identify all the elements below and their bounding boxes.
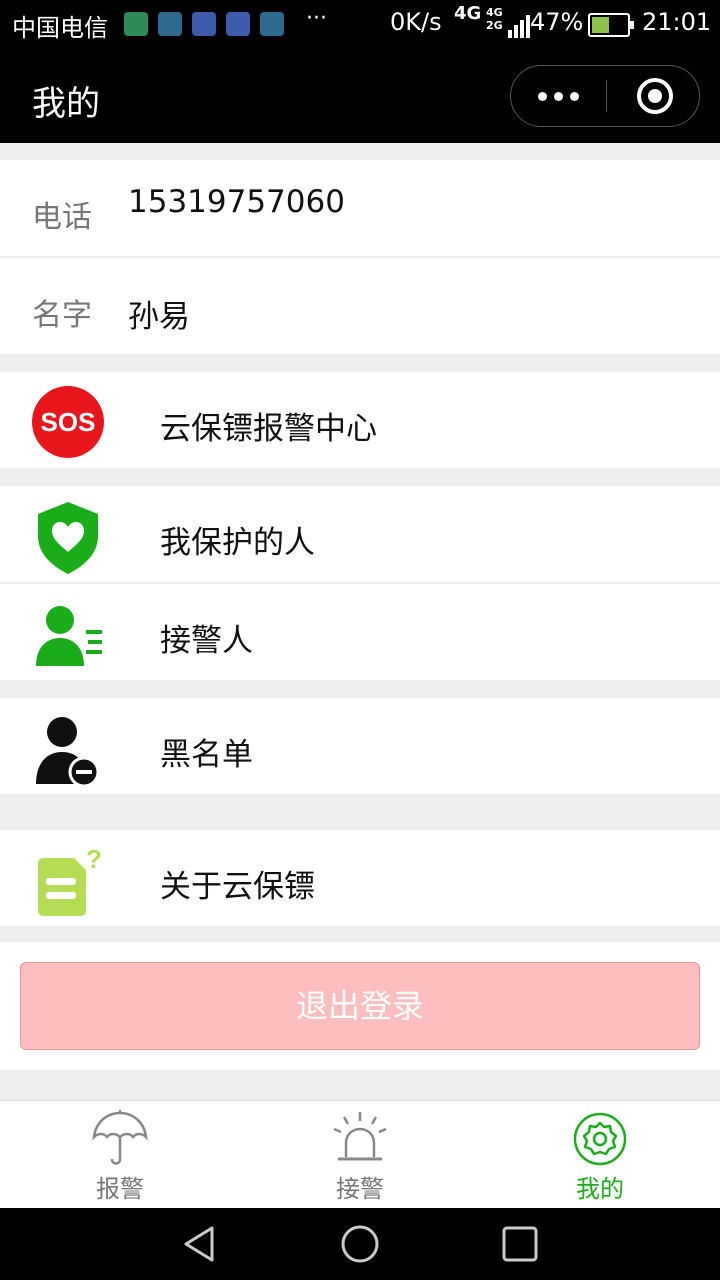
menu-item-blacklist[interactable]: 黑名单 (0, 698, 720, 794)
alarm-light-icon (333, 1112, 387, 1161)
capsule-divider (606, 80, 607, 112)
menu-item-protected-people[interactable]: 我保护的人 (0, 486, 720, 582)
clock: 21:01 (642, 8, 712, 36)
dot-icon (570, 91, 579, 101)
sos-icon: SOS (32, 386, 104, 458)
network-type: 4G (454, 3, 482, 24)
more-notifications-icon: ··· (306, 6, 327, 31)
app-notification-icon (192, 12, 216, 36)
recents-icon[interactable] (498, 1222, 542, 1266)
menu-item-receivers[interactable]: 接警人 (0, 584, 720, 680)
name-row: 名字 孙易 (0, 258, 720, 354)
more-menu-button[interactable] (511, 66, 606, 126)
dot-icon (554, 91, 563, 101)
gear-icon (573, 1112, 627, 1166)
miniprogram-capsule (510, 65, 700, 127)
app-notification-icon (158, 12, 182, 36)
tab-mine[interactable]: 我的 (480, 1101, 720, 1209)
notification-icons (124, 12, 284, 36)
menu-label-about: 关于云保镖 (160, 869, 315, 905)
sos-badge-text: SOS (41, 407, 96, 437)
name-value: 孙易 (128, 299, 190, 335)
menu-item-alarm-center[interactable]: SOS 云保镖报警中心 (0, 372, 720, 468)
image-icon (260, 12, 284, 36)
tab-bar: 报警 接警 我的 (0, 1100, 720, 1209)
signal-icon (508, 10, 530, 38)
status-bar: 中国电信 ··· 0K/s 4G 4G 2G 47% 21:01 (0, 0, 720, 50)
net-speed: 0K/s (390, 8, 442, 36)
network-dual-label: 4G 2G (486, 6, 503, 32)
network-2g-small: 2G (486, 19, 503, 32)
name-label: 名字 (32, 298, 92, 333)
battery-icon (588, 13, 634, 37)
network-4g-small: 4G (486, 6, 503, 19)
logout-section: 退出登录 (0, 942, 720, 1070)
tab-alarm[interactable]: 报警 (0, 1101, 240, 1209)
carrier-name: 中国电信 (12, 14, 108, 42)
close-miniprogram-button[interactable] (637, 78, 673, 114)
menu-item-about[interactable]: ? 关于云保镖 (0, 830, 720, 926)
battery-percent: 47% (530, 8, 584, 36)
svg-text:?: ? (86, 844, 102, 874)
page-title: 我的 (32, 84, 100, 124)
phone-row: 电话 15319757060 (0, 160, 720, 256)
dot-icon (538, 91, 547, 101)
android-nav-bar (0, 1208, 720, 1280)
about-doc-icon: ? (38, 844, 102, 916)
tab-label-alarm: 报警 (96, 1175, 144, 1203)
shield-heart-icon (38, 502, 98, 574)
phone-value: 15319757060 (128, 184, 345, 220)
umbrella-icon (92, 1110, 148, 1165)
home-icon[interactable] (338, 1222, 382, 1266)
nav-bar: 我的 (0, 50, 720, 143)
tab-label-receive-alarm: 接警 (336, 1175, 384, 1203)
network-4g-label: 4G (454, 3, 482, 24)
tab-label-mine: 我的 (576, 1175, 624, 1203)
usb-icon (226, 12, 250, 36)
back-icon[interactable] (178, 1222, 222, 1266)
menu-label-protected-people: 我保护的人 (160, 525, 315, 561)
menu-label-receivers: 接警人 (160, 623, 253, 659)
menu-label-alarm-center: 云保镖报警中心 (160, 411, 377, 447)
menu-label-blacklist: 黑名单 (160, 737, 253, 773)
blocked-user-icon (36, 717, 100, 786)
app-notification-icon (124, 12, 148, 36)
phone-label: 电话 (32, 200, 92, 235)
tab-receive-alarm[interactable]: 接警 (240, 1101, 480, 1209)
logout-button[interactable]: 退出登录 (20, 962, 700, 1050)
contacts-icon (36, 606, 102, 666)
